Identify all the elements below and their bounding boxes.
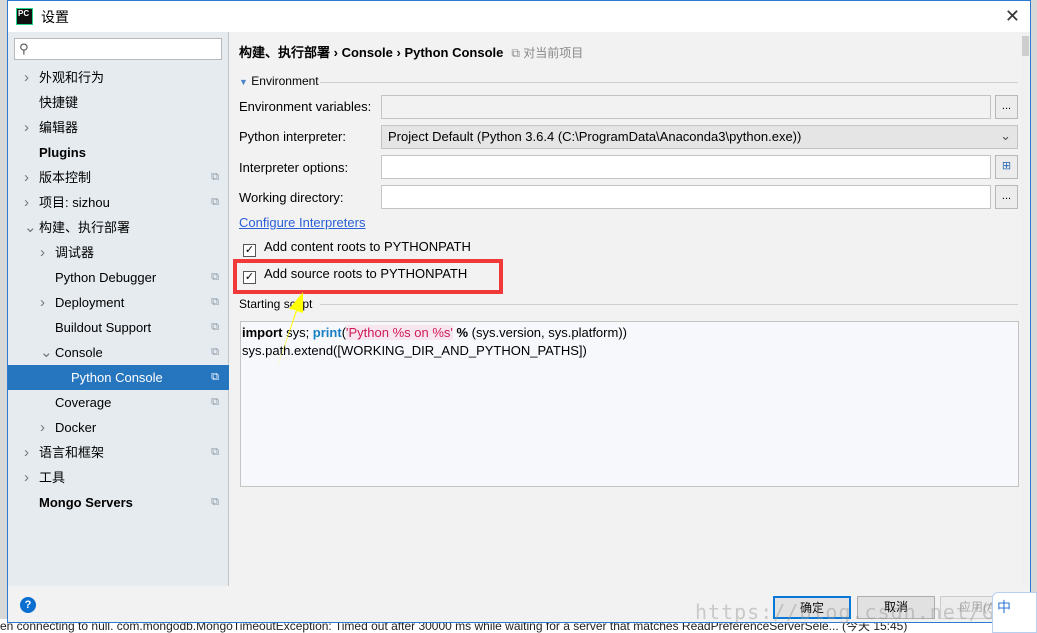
ime-indicator[interactable]: 中 xyxy=(992,592,1037,633)
arrow-icon xyxy=(277,292,303,368)
watermark: https://blog.csdn.net/Gdewo3ea0 xyxy=(695,600,1037,624)
annotation-arrow xyxy=(277,292,303,368)
